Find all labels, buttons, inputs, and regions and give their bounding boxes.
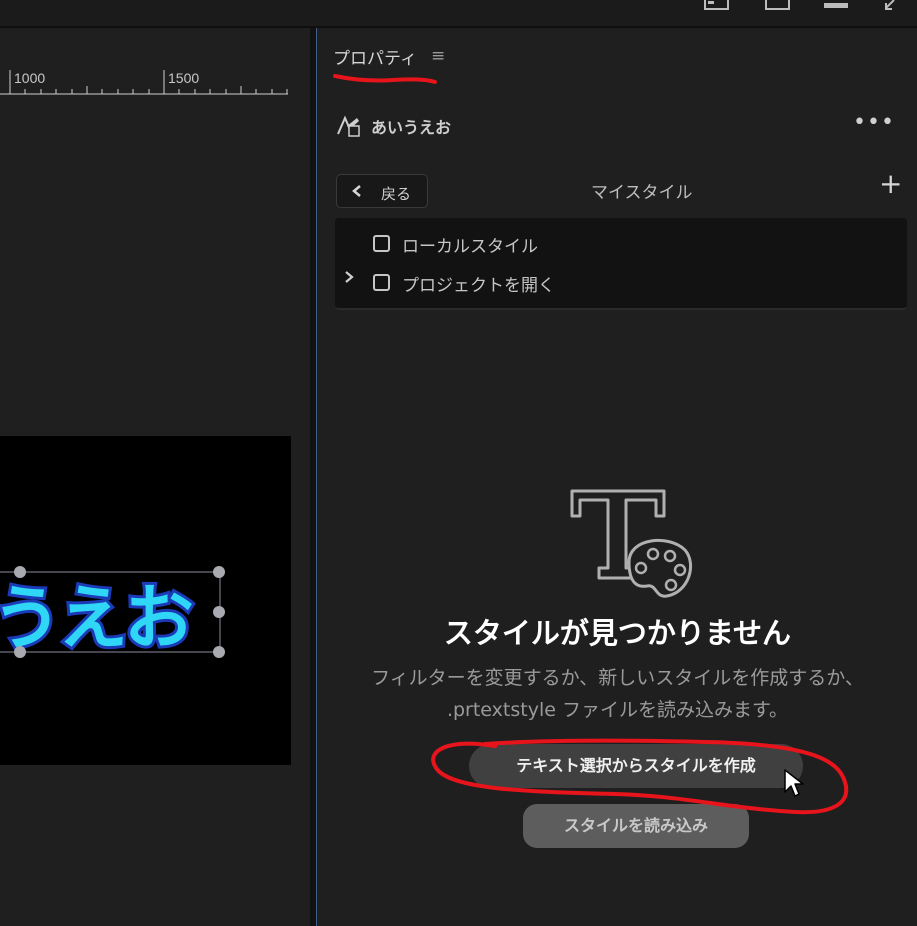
slider-icon[interactable] [822, 0, 852, 12]
canvas-text-layer[interactable]: うえお [0, 436, 291, 765]
list-item-label: プロジェクトを開く [402, 276, 555, 296]
more-horizontal-icon[interactable]: ••• [853, 110, 895, 135]
panel-title: プロパティ [333, 49, 417, 69]
window-icon[interactable] [764, 0, 792, 12]
checkbox[interactable] [373, 235, 390, 252]
annotation-underline [333, 74, 437, 84]
hamburger-menu-icon[interactable]: ≡ [431, 46, 445, 66]
section-title: マイスタイル [591, 183, 693, 203]
canvas-text: うえお [0, 577, 192, 659]
list-item-label: ローカルスタイル [402, 237, 538, 257]
timeline-ruler: 1000 1500 [0, 40, 290, 96]
back-button[interactable]: 戻る [336, 174, 428, 208]
text-palette-icon [570, 489, 693, 598]
panel-layout-icon[interactable] [704, 0, 730, 12]
mouse-cursor-icon [784, 769, 804, 797]
ruler-label-1000: 1000 [14, 70, 46, 86]
top-toolbar [0, 0, 917, 28]
properties-panel: プロパティ ≡ あいうえお ••• 戻る マイスタイル + ローカルスタイル プ… [316, 28, 917, 926]
chevron-left-icon [352, 185, 361, 197]
back-button-label: 戻る [381, 185, 412, 203]
plus-icon[interactable]: + [879, 170, 902, 198]
empty-state-desc-line2: .prtextstyle ファイルを読み込みます。 [446, 699, 789, 721]
collapse-arrow-icon[interactable] [880, 0, 900, 12]
text-style-icon [337, 115, 360, 137]
style-list: ローカルスタイル プロジェクトを開く [335, 218, 907, 310]
empty-state-desc-line1: フィルターを変更するか、新しいスタイルを作成するか、 [371, 667, 864, 689]
chevron-right-icon[interactable] [343, 269, 355, 285]
list-item-local-styles[interactable]: ローカルスタイル [335, 226, 907, 262]
ruler-label-1500: 1500 [168, 70, 200, 86]
video-canvas: うえお [0, 436, 291, 765]
empty-state-description: フィルターを変更するか、新しいスタイルを作成するか、 .prtextstyle … [317, 662, 917, 726]
layer-name: あいうえお [371, 118, 452, 137]
checkbox[interactable] [373, 274, 390, 291]
empty-state-title: スタイルが見つかりません [443, 616, 792, 650]
list-item-open-project[interactable]: プロジェクトを開く [335, 265, 907, 301]
